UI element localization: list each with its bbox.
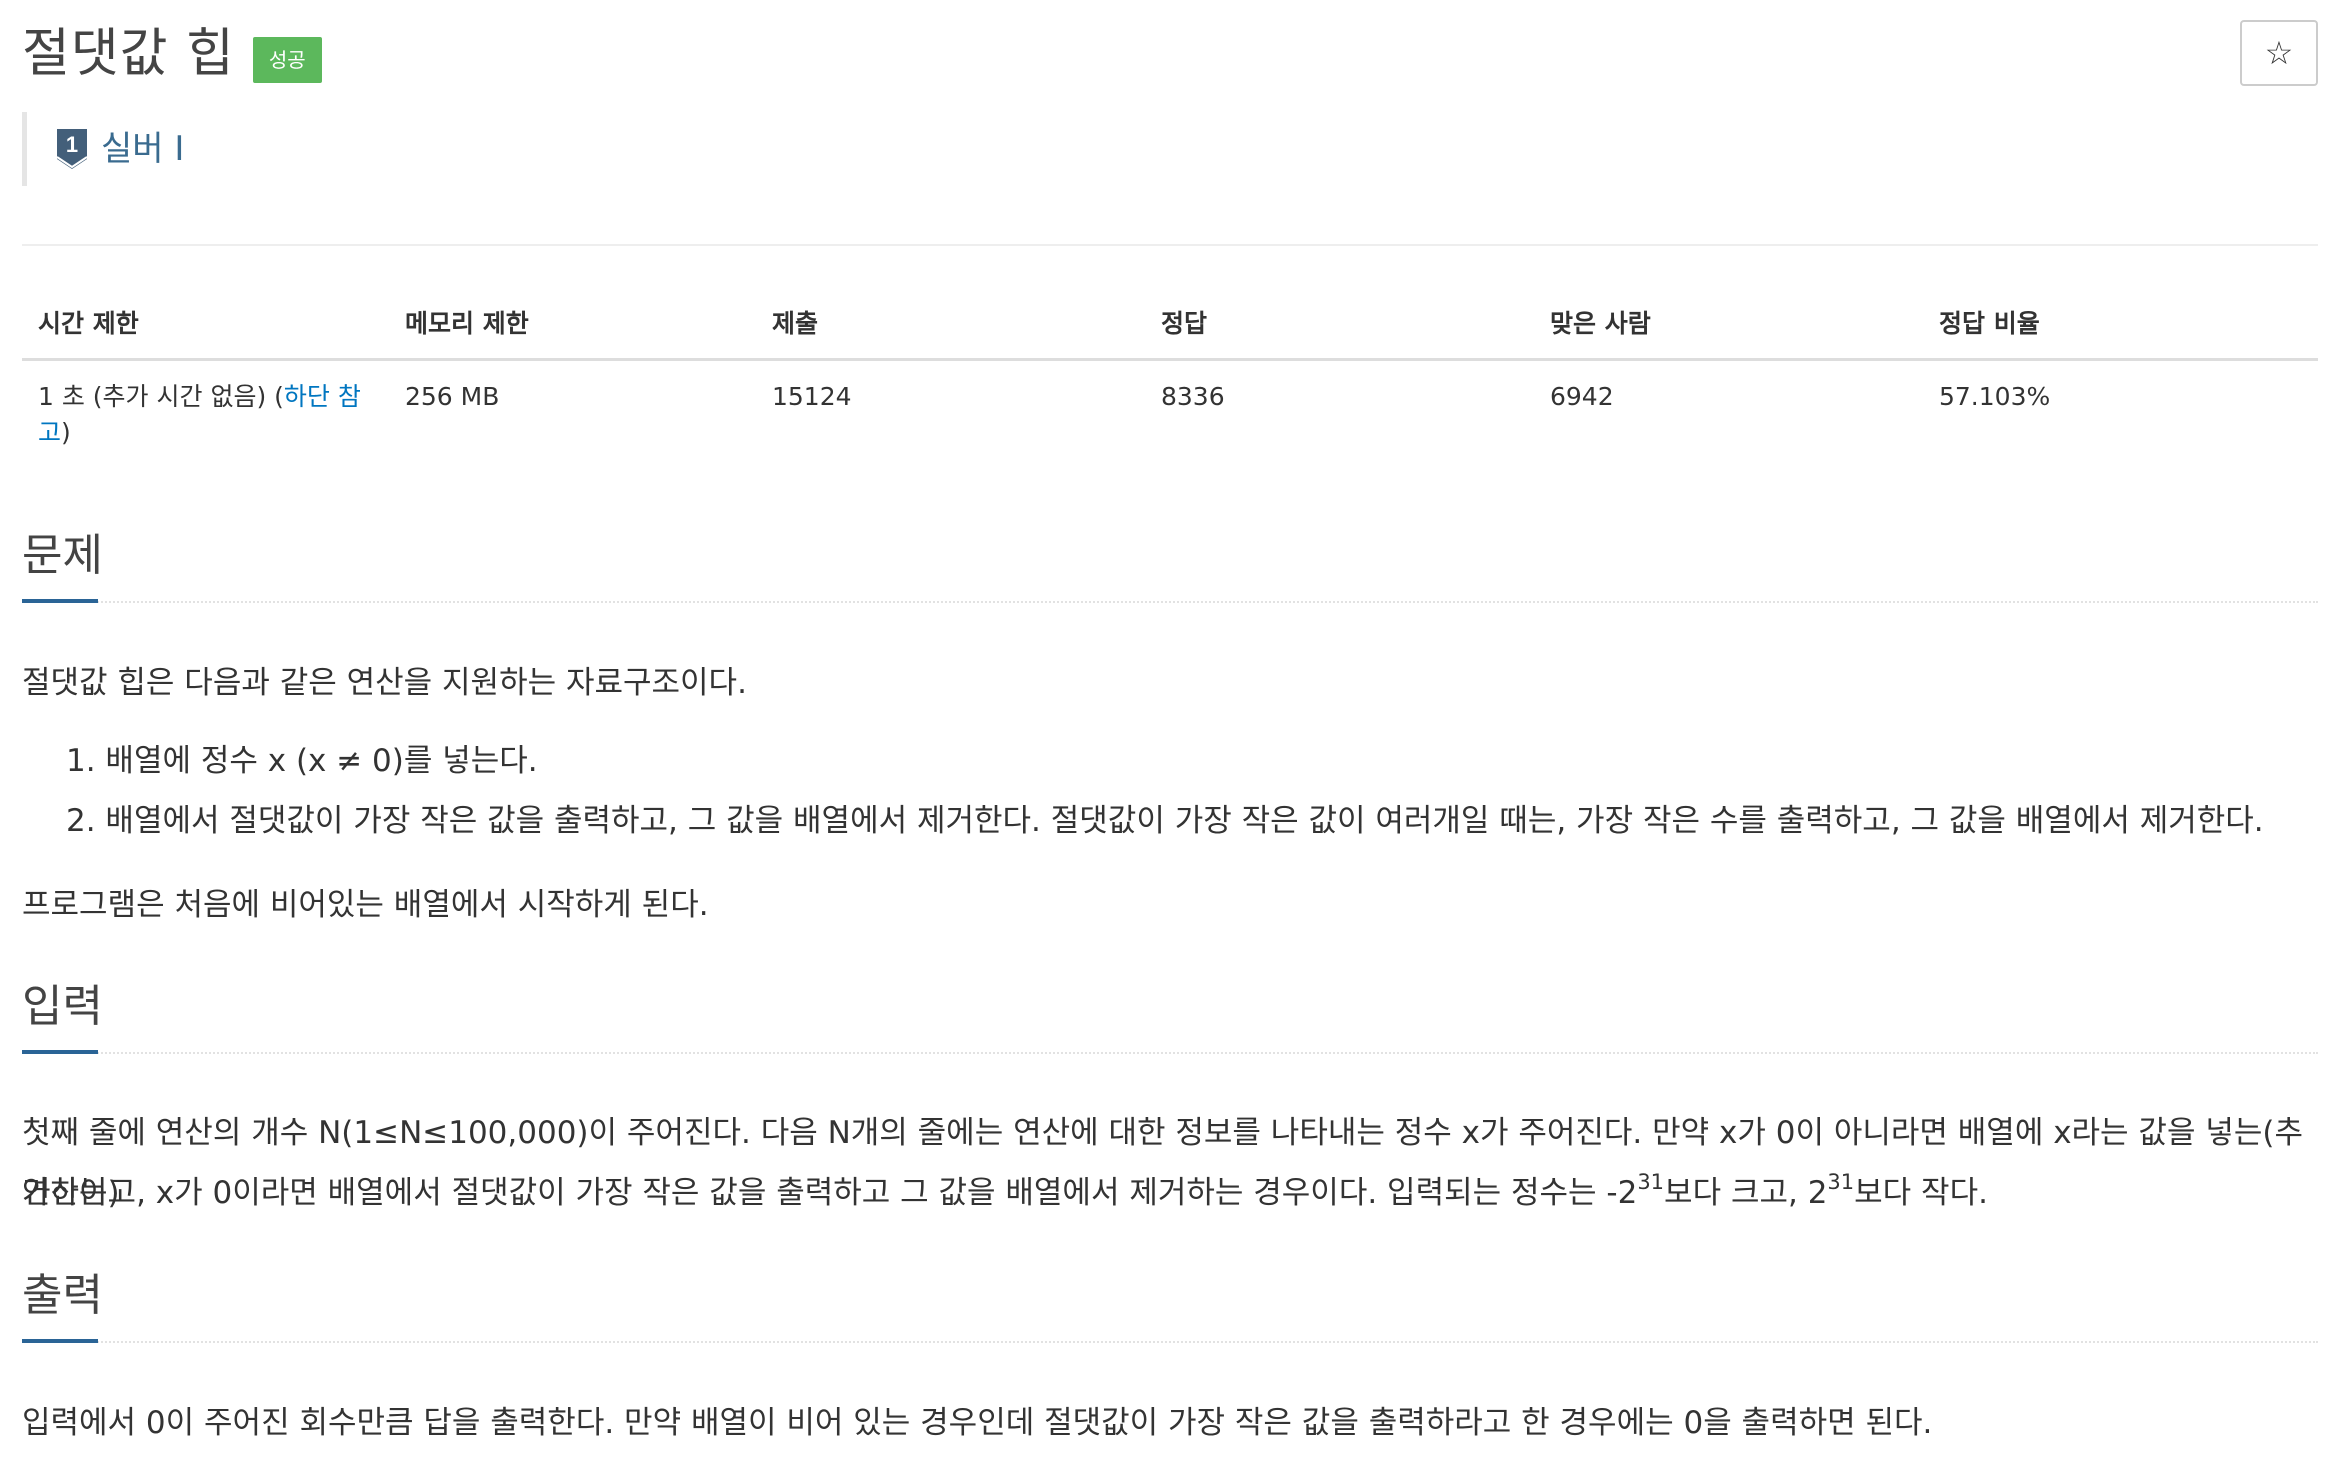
exponent: 31 [1637, 1170, 1665, 1194]
list-item: 1. 배열에 정수 x (x ≠ 0)를 넣는다. [66, 743, 538, 779]
cell-ratio: 57.103% [1939, 382, 2051, 411]
cell-memory-limit: 256 MB [405, 382, 500, 411]
table-row: 1 초 (추가 시간 없음) (하단 참고) 256 MB 15124 8336… [22, 360, 2318, 470]
silver-tier-icon: 1 [56, 129, 88, 169]
status-badge: 성공 [252, 37, 322, 83]
exponent: 31 [1827, 1170, 1855, 1194]
star-button[interactable]: ☆ [2240, 20, 2318, 86]
problem-section-heading: 문제 [22, 530, 103, 581]
header-solvers: 맞은 사람 [1534, 286, 1923, 361]
problem-info-table: 시간 제한 메모리 제한 제출 정답 맞은 사람 정답 비율 1 초 (추가 시… [22, 286, 2318, 469]
section-underline [22, 599, 98, 603]
output-section-heading: 출력 [22, 1270, 103, 1321]
tier-number: 1 [66, 132, 78, 157]
title-row: 절댓값 힙 성공 [22, 18, 322, 90]
tier-box: 1 실버 I [22, 112, 184, 186]
input-section-heading: 입력 [22, 981, 103, 1032]
star-icon: ☆ [2264, 34, 2294, 72]
problem-title: 절댓값 힙 [22, 24, 235, 84]
input-description-line-2: 연산이고, x가 0이라면 배열에서 절댓값이 가장 작은 값을 출력하고 그 … [22, 1170, 1988, 1212]
header-time-limit: 시간 제한 [22, 286, 389, 361]
time-limit-prefix: 1 초 (추가 시간 없음) ( [38, 382, 284, 411]
list-item: 2. 배열에서 절댓값이 가장 작은 값을 출력하고, 그 값을 배열에서 제거… [66, 803, 2264, 839]
divider [22, 244, 2318, 246]
section-underline [22, 1339, 98, 1343]
output-description: 입력에서 0이 주어진 회수만큼 답을 출력한다. 만약 배열이 비어 있는 경… [22, 1405, 1933, 1441]
section-rule [22, 1052, 2318, 1054]
header-submissions: 제출 [756, 286, 1145, 361]
cell-time-limit: 1 초 (추가 시간 없음) (하단 참고) [22, 360, 389, 470]
table-header-row: 시간 제한 메모리 제한 제출 정답 맞은 사람 정답 비율 [22, 286, 2318, 361]
cell-submissions: 15124 [772, 382, 852, 411]
time-limit-suffix: ) [61, 418, 71, 447]
header-ratio: 정답 비율 [1923, 286, 2318, 361]
tier-label: 실버 I [101, 129, 185, 169]
header-memory-limit: 메모리 제한 [389, 286, 756, 361]
operation-list: 1. 배열에 정수 x (x ≠ 0)를 넣는다. 2. 배열에서 절댓값이 가… [66, 731, 2264, 851]
cell-solvers: 6942 [1550, 382, 1614, 411]
section-underline [22, 1050, 98, 1054]
problem-intro: 절댓값 힙은 다음과 같은 연산을 지원하는 자료구조이다. [22, 665, 747, 701]
problem-outro: 프로그램은 처음에 비어있는 배열에서 시작하게 된다. [22, 887, 709, 923]
section-rule [22, 1341, 2318, 1343]
section-rule [22, 601, 2318, 603]
cell-accepted: 8336 [1161, 382, 1225, 411]
header-accepted: 정답 [1145, 286, 1534, 361]
